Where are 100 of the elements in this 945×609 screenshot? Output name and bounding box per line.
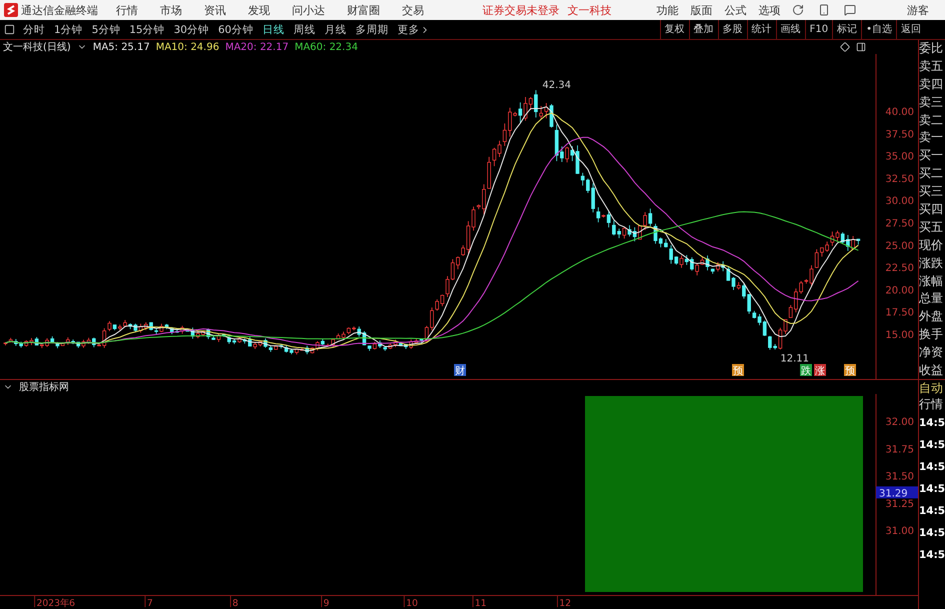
trade-time: 14:5 [919, 460, 945, 475]
message-icon[interactable] [844, 4, 856, 16]
trade-time: 14:5 [919, 504, 945, 519]
phone-icon[interactable] [818, 4, 830, 16]
quote-label: 买四 [919, 201, 944, 218]
quote-label: 委比 [919, 40, 944, 57]
trade-time: 14:5 [919, 438, 945, 453]
price-axis-label: 20.00 [885, 285, 914, 296]
period-tab[interactable]: 周线 [294, 22, 316, 36]
menu-item[interactable]: 交易 [402, 2, 424, 18]
tool-menu-item[interactable]: 版面 [690, 2, 712, 18]
date-axis-label: 2023年6 [34, 596, 75, 609]
period-tab[interactable]: 多周期 [356, 22, 388, 36]
quote-label: 涨跌 [919, 254, 944, 272]
price-axis-label: 32.50 [885, 174, 914, 185]
menu-item[interactable]: 财富圈 [347, 2, 380, 18]
quote-label: 卖五 [919, 58, 944, 75]
date-axis-label: 9 [321, 596, 330, 609]
price-axis-label: 25.00 [885, 240, 914, 252]
period-tab[interactable]: 分时 [23, 22, 45, 36]
more-button[interactable]: 更多 [398, 22, 420, 36]
tool-menu-item[interactable]: 功能 [656, 2, 678, 18]
quote-label: 卖四 [919, 76, 944, 93]
menu-item[interactable]: 问小达 [292, 2, 325, 18]
price-axis-label: 35.00 [885, 152, 914, 163]
quote-label: 总量 [919, 290, 944, 308]
price-axis-label: 17.50 [885, 308, 914, 319]
quote-label: 现价 [919, 236, 944, 254]
quote-label: 换手 [919, 326, 944, 344]
menu-item[interactable]: 市场 [160, 2, 182, 18]
trade-time: 14:5 [919, 416, 945, 431]
high-price-label: 42.34 [542, 80, 572, 92]
trade-time: 14:5 [919, 526, 945, 541]
toolbar-button[interactable]: 画线 [776, 20, 805, 39]
price-axis-label: 40.00 [885, 107, 914, 118]
login-status[interactable]: 证券交易未登录 [482, 2, 560, 18]
refresh-icon[interactable] [792, 4, 804, 16]
toolbar-button[interactable]: 复权 [660, 20, 689, 39]
indicator-axis-label: 31.00 [885, 526, 914, 537]
quote-label: 买三 [919, 183, 944, 200]
panel-icon[interactable] [856, 42, 866, 52]
indicator-axis-label: 31.75 [885, 444, 914, 456]
toolbar-button[interactable]: 叠加 [688, 20, 718, 39]
toolbar-button[interactable]: 返回 [896, 20, 925, 39]
stock-link[interactable]: 文一科技 [568, 2, 612, 18]
cursor-value-label: 31.29 [876, 486, 918, 500]
quote-label: 买一 [919, 147, 944, 164]
quote-label: 卖一 [919, 129, 944, 146]
quote-label: 涨幅 [919, 272, 944, 290]
indicator-axis-label: 31.25 [885, 498, 914, 510]
indicator-axis-label: 32.00 [885, 417, 914, 428]
logo-icon [4, 3, 18, 17]
toolbar-button[interactable]: •自选 [861, 20, 896, 39]
tool-menu-item[interactable]: 选项 [758, 2, 780, 18]
quote-label: 卖三 [919, 94, 944, 111]
period-tab[interactable]: 15分钟 [129, 22, 165, 36]
quote-label: 收益 [919, 362, 944, 380]
menu-item[interactable]: 发现 [248, 2, 270, 18]
quote-label: 卖二 [919, 112, 944, 129]
ma-value: MA10: 24.96 [156, 42, 220, 52]
price-axis-label: 30.00 [885, 196, 914, 208]
period-tab[interactable]: 1分钟 [54, 22, 83, 36]
toolbar-button[interactable]: 统计 [746, 20, 776, 39]
date-axis-label: 12 [556, 596, 572, 609]
ma-value: MA60: 22.34 [294, 42, 358, 52]
toolbar-button[interactable]: 多股 [718, 20, 747, 39]
user-label[interactable]: 游客 [907, 2, 930, 18]
price-axis-label: 22.50 [885, 263, 914, 274]
event-marker[interactable]: 财 [454, 364, 466, 377]
quote-label: 净资 [919, 344, 944, 362]
period-tab[interactable]: 月线 [324, 22, 346, 36]
trade-time: 14:5 [919, 548, 945, 563]
low-price-label: 12.11 [780, 354, 810, 365]
tick-panel-title[interactable]: 自动 [919, 380, 945, 396]
ma-value: MA20: 22.17 [225, 42, 289, 52]
period-tab[interactable]: 60分钟 [218, 22, 254, 36]
menu-item[interactable]: 资讯 [204, 2, 226, 18]
event-marker[interactable]: 涨 [814, 364, 826, 377]
period-tab[interactable]: 5分钟 [92, 22, 120, 36]
date-axis-label: 8 [230, 596, 238, 609]
indicator-axis-label: 31.50 [885, 472, 914, 482]
toolbar-button[interactable]: 标记 [832, 20, 862, 39]
menu-item[interactable]: 行情 [116, 2, 138, 18]
window-icon[interactable] [4, 24, 15, 35]
diamond-icon[interactable] [840, 42, 850, 52]
chart-title: 文一科技(日线) [3, 40, 71, 54]
tool-menu-item[interactable]: 公式 [724, 2, 746, 18]
ma-value: MA5: 25.17 [92, 42, 150, 52]
date-axis-label: 7 [144, 596, 153, 609]
price-axis-label: 15.00 [885, 330, 914, 341]
price-axis-label: 37.50 [885, 129, 914, 140]
tick-panel-title[interactable]: 行情 [919, 396, 945, 412]
period-tab[interactable]: 30分钟 [174, 22, 210, 36]
app-title: 通达信金融终端 [21, 2, 98, 18]
date-axis-label: 11 [472, 596, 487, 609]
quote-label: 买二 [919, 165, 944, 182]
date-axis-label: 10 [404, 596, 418, 609]
toolbar-button[interactable]: F10 [804, 20, 832, 39]
price-axis-label: 27.50 [885, 218, 914, 230]
period-tab[interactable]: 日线 [262, 22, 284, 36]
